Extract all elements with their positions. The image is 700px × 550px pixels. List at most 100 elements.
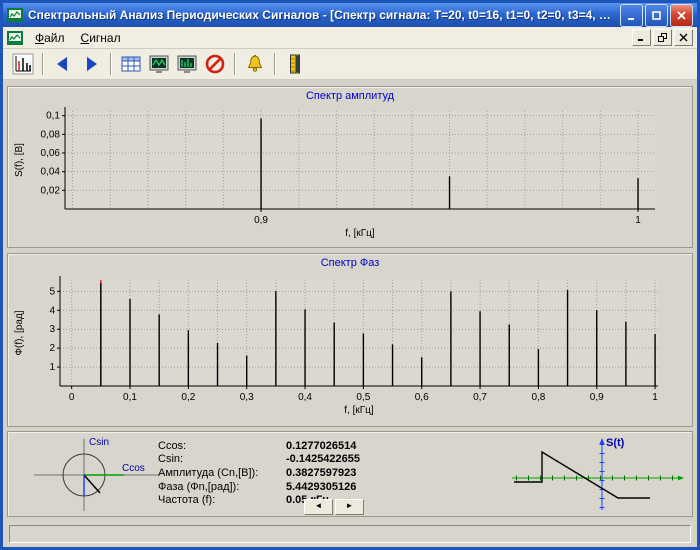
toolbar-separator (274, 53, 276, 75)
mdi-minimize-button[interactable] (632, 29, 651, 46)
prev-harmonic-button[interactable] (49, 51, 77, 77)
svg-text:3: 3 (49, 324, 55, 335)
svg-text:0,02: 0,02 (41, 185, 61, 196)
amplitude-spectrum-plot[interactable]: 0,9 1 0,02 0,04 0,06 0,08 0,1 f, [кГц] S(f), [В] (8, 87, 692, 247)
svg-text:0,04: 0,04 (41, 167, 61, 178)
mdi-restore-button[interactable] (653, 29, 672, 46)
menu-signal[interactable]: Сигнал (73, 29, 129, 47)
maximize-button[interactable] (645, 4, 668, 27)
close-button[interactable] (670, 4, 693, 27)
toolbar-separator (42, 53, 44, 75)
svg-text:f, [кГц]: f, [кГц] (345, 228, 375, 239)
alarm-button[interactable] (241, 51, 269, 77)
amplitude-chart-title: Спектр амплитуд (8, 90, 692, 102)
spectrum-screen-icon (176, 53, 198, 75)
signal-waveform (514, 452, 650, 498)
svg-text:4: 4 (49, 305, 55, 316)
close-icon (676, 10, 687, 21)
mdi-close-icon (679, 33, 688, 42)
phase-readout-value: 5.4429305126 (286, 481, 356, 493)
frequency-readout-label: Частота (f): (158, 494, 286, 506)
titlebar[interactable]: Спектральный Анализ Периодических Сигнал… (3, 3, 697, 27)
arrow-left-icon (52, 53, 74, 75)
svg-text:2: 2 (49, 343, 55, 354)
status-field (9, 525, 691, 543)
svg-text:0,6: 0,6 (415, 392, 429, 403)
harmonic-readouts: Ccos: 0.1277026514 Csin: -0.1425422655 А… (158, 439, 360, 507)
svg-text:0: 0 (69, 392, 75, 403)
svg-text:0,08: 0,08 (41, 129, 61, 140)
svg-text:0,1: 0,1 (123, 392, 137, 403)
spectrum-histogram-button[interactable] (9, 51, 37, 77)
minimize-button[interactable] (620, 4, 643, 27)
spectrum-window-button[interactable] (173, 51, 201, 77)
svg-text:0,5: 0,5 (356, 392, 370, 403)
harmonic-vector-diagram: Csin Ccos (26, 433, 166, 517)
svg-text:0,1: 0,1 (46, 111, 60, 122)
svg-text:5: 5 (49, 286, 55, 297)
csin-readout-label: Csin: (158, 453, 286, 465)
svg-text:1: 1 (635, 215, 641, 226)
app-icon (7, 7, 23, 23)
phase-spectrum-plot[interactable]: 00,10,20,30,40,50,60,70,80,9112345f, [кГ… (8, 254, 692, 426)
readout-row: Csin: -0.1425422655 (158, 453, 360, 467)
mdi-close-button[interactable] (674, 29, 693, 46)
mdi-child-icon (7, 30, 23, 46)
app-window: Спектральный Анализ Периодических Сигнал… (0, 0, 700, 550)
table-icon (120, 53, 142, 75)
scale-icon (284, 53, 306, 75)
svg-text:0,9: 0,9 (590, 392, 604, 403)
mdi-window-controls (632, 29, 695, 46)
amplitude-readout-label: Амплитуда (Cn,[В]): (158, 467, 286, 479)
ccos-readout-value: 0.1277026514 (286, 440, 356, 452)
stop-icon (204, 53, 226, 75)
svg-text:0,4: 0,4 (298, 392, 312, 403)
statusbar (7, 521, 693, 545)
phase-spectrum-panel: 00,10,20,30,40,50,60,70,80,9112345f, [кГ… (7, 253, 693, 427)
amplitude-spectrum-panel: 0,9 1 0,02 0,04 0,06 0,08 0,1 f, [кГц] S(f), [В]… (7, 86, 693, 248)
svg-text:0,3: 0,3 (240, 392, 254, 403)
menubar: Файл Сигнал (3, 27, 697, 49)
mdi-minimize-icon (637, 33, 646, 42)
data-table-button[interactable] (117, 51, 145, 77)
ccos-readout-label: Ccos: (158, 440, 286, 452)
svg-text:0,8: 0,8 (531, 392, 545, 403)
svg-text:1: 1 (49, 362, 55, 373)
phase-chart-title: Спектр Фаз (8, 257, 692, 269)
toolbar-separator (110, 53, 112, 75)
toolbar-separator (234, 53, 236, 75)
readout-row: Амплитуда (Cn,[В]): 0.3827597923 (158, 466, 360, 480)
stop-button[interactable] (201, 51, 229, 77)
signal-window-button[interactable] (145, 51, 173, 77)
arrow-right-icon (80, 53, 102, 75)
frequency-prev-button[interactable]: ◄ (304, 499, 333, 515)
amplitude-vector (84, 475, 100, 493)
ccos-label: Ccos (122, 463, 145, 474)
amplitude-readout-value: 0.3827597923 (286, 467, 356, 479)
svg-text:0,9: 0,9 (254, 215, 268, 226)
scale-indicator-button[interactable] (281, 51, 309, 77)
svg-text:S(f), [В]: S(f), [В] (14, 143, 25, 177)
bell-icon (244, 53, 266, 75)
toolbar (3, 49, 697, 80)
svg-text:1: 1 (652, 392, 658, 403)
readout-row: Фаза (Фn,[рад]): 5.4429305126 (158, 480, 360, 494)
csin-readout-value: -0.1425422655 (286, 453, 360, 465)
minimize-icon (626, 10, 637, 21)
svg-text:Ф(f), [рад]: Ф(f), [рад] (14, 310, 25, 355)
readout-row: Ccos: 0.1277026514 (158, 439, 360, 453)
csin-label: Csin (89, 437, 109, 448)
window-controls (620, 4, 693, 27)
maximize-icon (651, 10, 662, 21)
svg-text:0,7: 0,7 (473, 392, 487, 403)
signal-screen-icon (148, 53, 170, 75)
next-harmonic-button[interactable] (77, 51, 105, 77)
frequency-stepper: ◄ ► (304, 499, 364, 515)
svg-text:f, [кГц]: f, [кГц] (344, 405, 374, 416)
signal-preview-plot: S(t) (506, 432, 690, 516)
menu-file[interactable]: Файл (27, 29, 73, 47)
signal-label: S(t) (606, 437, 625, 449)
frequency-next-button[interactable]: ► (335, 499, 364, 515)
histogram-icon (12, 53, 34, 75)
svg-text:0,06: 0,06 (41, 148, 61, 159)
